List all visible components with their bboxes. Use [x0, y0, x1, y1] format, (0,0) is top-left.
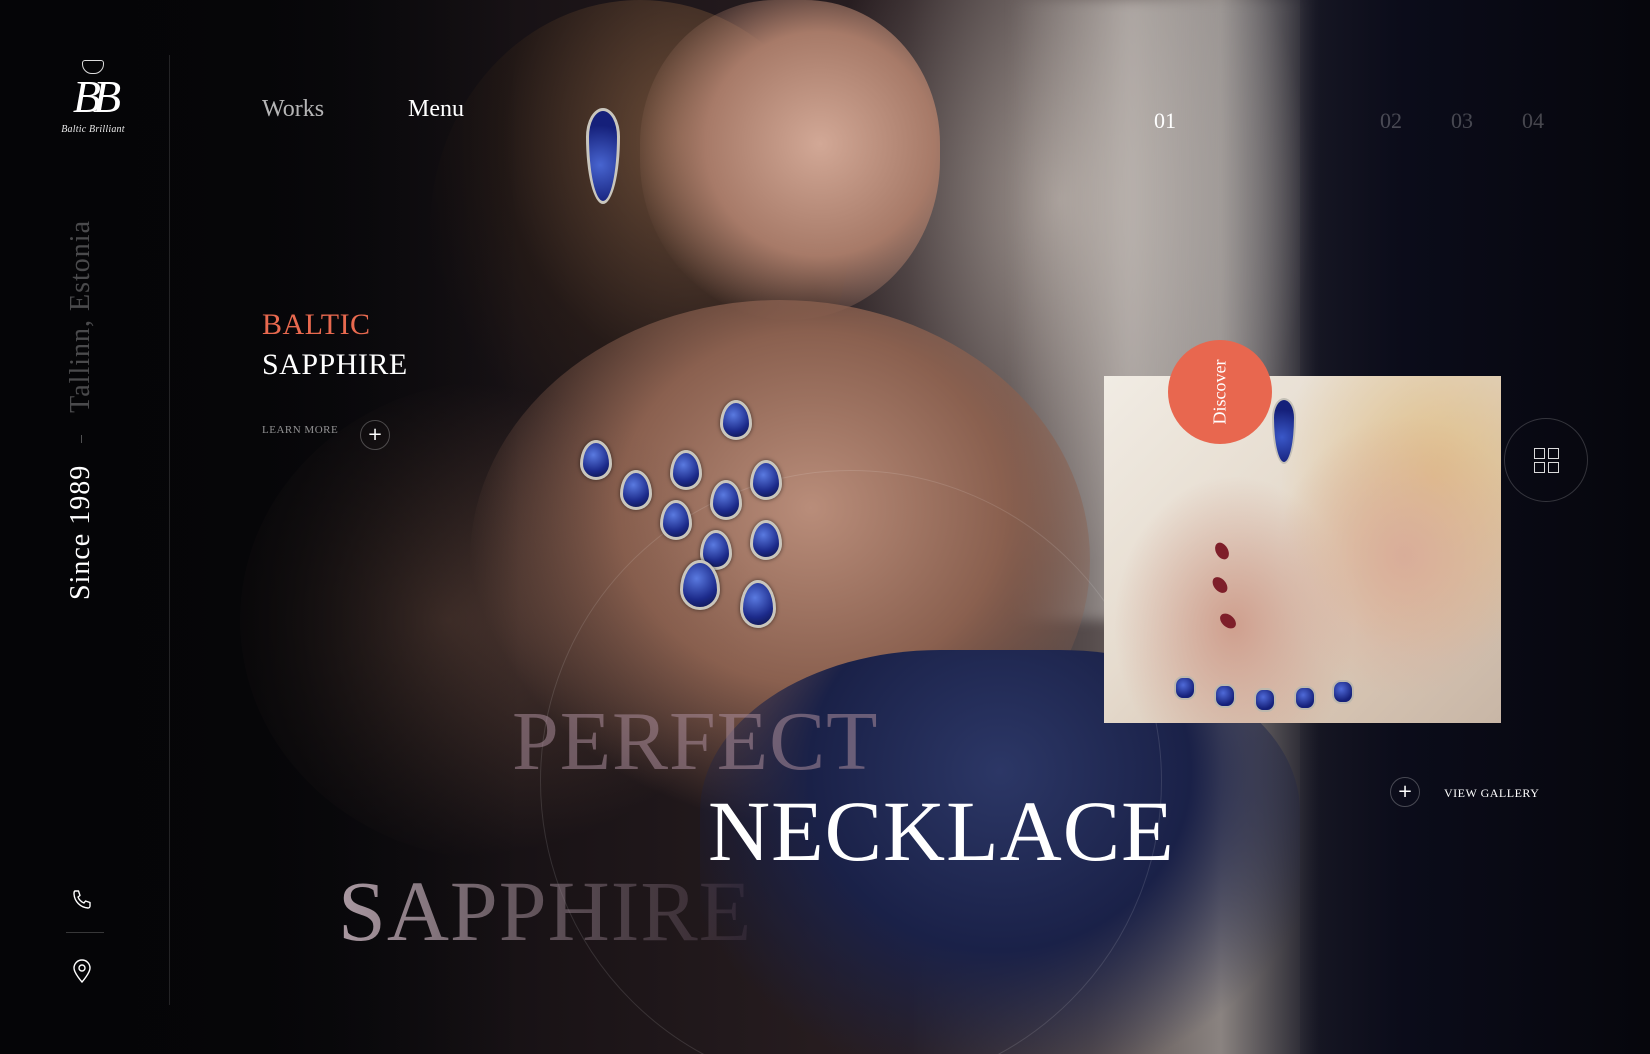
brand-name: Baltic Brilliant: [61, 124, 125, 135]
learn-more-plus-icon[interactable]: +: [360, 420, 390, 450]
sapphire-necklace: [570, 380, 830, 640]
brand-monogram: BB: [72, 71, 121, 122]
headline-necklace: NECKLACE: [708, 783, 1175, 879]
location-text: Tallinn, Estonia: [65, 220, 96, 413]
sidebar-tagline: Since 1989 Tallinn, Estonia: [56, 220, 106, 600]
card-gem: [1294, 686, 1316, 710]
tagline-divider: [80, 434, 82, 443]
necklace-stone: [620, 470, 652, 510]
since-text: Since 1989: [65, 464, 96, 600]
learn-more-link[interactable]: LEARN MORE: [262, 424, 338, 436]
necklace-stone: [740, 580, 776, 628]
sidebar-divider: [169, 55, 170, 1005]
grid-view-button[interactable]: [1504, 418, 1588, 502]
slide-indicator-04[interactable]: 04: [1522, 108, 1544, 134]
slide-indicator-01[interactable]: 01: [1154, 108, 1176, 134]
card-gem: [1254, 688, 1276, 712]
card-gem: [1332, 680, 1354, 704]
headline-sapphire: SAPPHIRE: [338, 863, 753, 959]
hero-subtitle: SAPPHIRE: [262, 348, 408, 381]
icon-divider: [66, 932, 104, 933]
nav-works[interactable]: Works: [262, 96, 324, 123]
hero-eyebrow: BALTIC: [262, 308, 371, 341]
card-nail: [1217, 610, 1239, 632]
card-nail: [1209, 574, 1231, 596]
necklace-stone: [580, 440, 612, 480]
discover-button[interactable]: Discover: [1168, 340, 1272, 444]
card-gem: [1174, 676, 1196, 700]
model-face: [640, 0, 940, 320]
card-earring: [1272, 398, 1296, 464]
view-gallery-link[interactable]: VIEW GALLERY: [1444, 786, 1539, 801]
location-pin-icon[interactable]: [70, 958, 96, 984]
view-gallery-plus-icon[interactable]: +: [1390, 777, 1420, 807]
necklace-stone: [750, 520, 782, 560]
necklace-stone: [720, 400, 752, 440]
discover-label: Discover: [1209, 359, 1230, 425]
card-nail: [1212, 540, 1232, 562]
slide-indicator-02[interactable]: 02: [1380, 108, 1402, 134]
featured-image-card[interactable]: [1104, 376, 1501, 723]
brand-logo[interactable]: BB Baltic Brilliant: [48, 60, 138, 150]
card-gem: [1214, 684, 1236, 708]
phone-icon[interactable]: [70, 888, 96, 914]
slide-indicator-03[interactable]: 03: [1451, 108, 1473, 134]
necklace-stone: [750, 460, 782, 500]
necklace-stone: [710, 480, 742, 520]
sidebar: BB Baltic Brilliant Since 1989 Tallinn, …: [0, 0, 170, 1054]
necklace-stone: [670, 450, 702, 490]
headline-perfect: PERFECT: [512, 695, 879, 788]
nav-menu[interactable]: Menu: [408, 96, 464, 123]
necklace-stone: [660, 500, 692, 540]
